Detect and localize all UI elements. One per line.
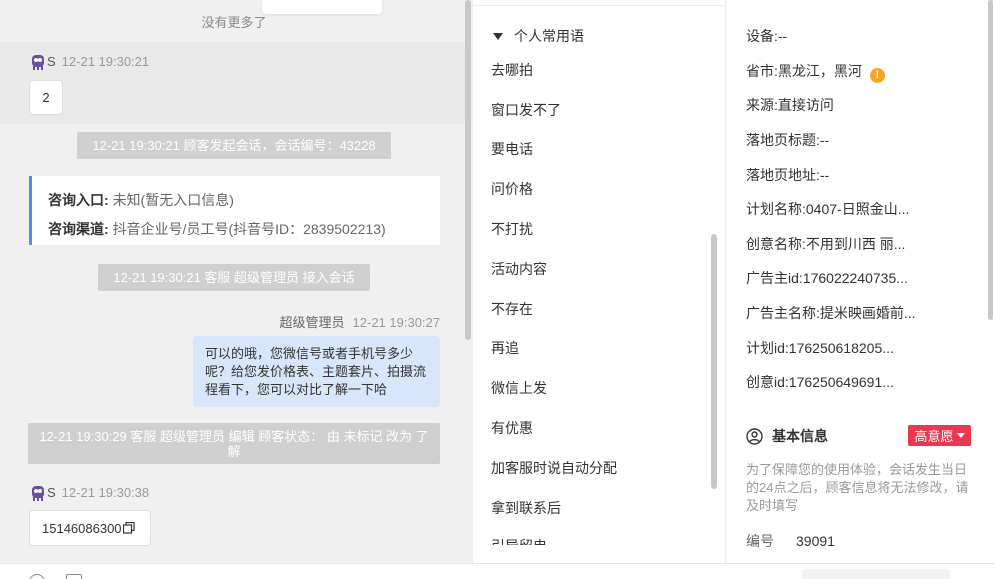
info-label: 广告主id: [746, 270, 803, 286]
no-more-label: 没有更多了 [201, 15, 267, 30]
app-root: 没有更多了 S 12-21 19:30:21 2 12-21 19:30:21 顾… [0, 0, 994, 579]
phrase-item[interactable]: 有优惠 [491, 418, 533, 438]
phrase-item[interactable]: 拿到联系后 [491, 498, 561, 518]
consult-entry-row: 咨询入口: 未知(暂无入口信息) [48, 186, 424, 215]
phrase-item[interactable]: 再追 [491, 338, 519, 358]
copy-icon[interactable] [122, 522, 135, 534]
phrase-item[interactable]: 要电话 [491, 139, 533, 159]
chat-panel[interactable]: 没有更多了 S 12-21 19:30:21 2 12-21 19:30:21 顾… [0, 0, 472, 579]
info-value: -- [777, 28, 788, 44]
intent-level-label: 高意愿 [914, 429, 954, 444]
message-time: 12-21 19:30:27 [352, 315, 440, 330]
consult-entry-label: 咨询入口: [48, 192, 109, 208]
bottom-chip[interactable] [802, 569, 950, 579]
basic-info-title: 基本信息 [772, 428, 828, 444]
customer-number-value: 39091 [796, 533, 835, 549]
warning-icon[interactable]: ! [869, 68, 885, 83]
phrase-item[interactable]: 去哪拍 [491, 60, 533, 80]
message-meta: S 12-21 19:30:38 [47, 485, 149, 500]
phrase-item[interactable]: 加客服时说自动分配 [491, 458, 617, 478]
info-value: -- [819, 167, 830, 183]
phrase-item[interactable]: 问价格 [491, 179, 533, 199]
caret-down-icon [493, 32, 503, 40]
phone-number-text: 15146086300 [42, 520, 122, 536]
consult-info-card: 咨询入口: 未知(暂无入口信息) 咨询渠道: 抖音企业号/员工号(抖音号ID：2… [29, 176, 440, 245]
info-row-advertiser-name: 广告主名称:提米映画婚前... [746, 303, 916, 323]
customer-message-bubble[interactable]: 2 [29, 80, 63, 115]
info-row-plan-name: 计划名称:0407-日照金山... [746, 199, 909, 219]
info-label: 省市: [746, 63, 778, 79]
info-value: 176022240735... [802, 270, 908, 286]
message-time: 12-21 19:30:38 [61, 485, 150, 500]
customer-name: S [47, 485, 56, 500]
info-label: 设备: [746, 28, 778, 44]
info-row-creative-id: 创意id:176250649691... [746, 372, 894, 392]
info-value: -- [819, 132, 830, 148]
basic-info-header: 基本信息 [746, 426, 828, 446]
agent-name: 超级管理员 [279, 315, 345, 330]
phrase-item[interactable]: 不存在 [491, 299, 533, 319]
customer-avatar-icon [32, 55, 44, 70]
info-value: 提米映画婚前... [819, 305, 916, 321]
caret-down-icon [956, 433, 965, 438]
info-row-region: 省市:黑龙江，黑河! [746, 61, 885, 83]
phrase-item[interactable]: 窗口发不了 [491, 100, 561, 120]
info-row-source: 来源:直接访问 [746, 95, 834, 115]
customer-name: S [47, 54, 56, 69]
system-message: 12-21 19:30:29 客服 超级管理员 编辑 顾客状态： 由 未标记 改… [28, 423, 440, 464]
info-value: 176250649691... [788, 374, 894, 390]
customer-number-row: 编号 39091 [746, 531, 835, 551]
info-row-creative-name: 创意名称:不用到川西 丽... [746, 234, 905, 254]
info-row-landing-title: 落地页标题:-- [746, 130, 829, 150]
consult-entry-value: 未知(暂无入口信息) [112, 192, 234, 208]
consult-channel-label: 咨询渠道: [48, 221, 109, 237]
info-row-device: 设备:-- [746, 26, 787, 46]
info-label: 广告主名称: [746, 305, 820, 321]
system-message: 12-21 19:30:21 客服 超级管理员 接入会话 [98, 264, 370, 291]
phrase-item[interactable]: 引导留电 [491, 536, 547, 545]
phrases-scrollbar[interactable] [711, 234, 717, 489]
info-row-landing-url: 落地页地址:-- [746, 165, 829, 185]
agent-message-bubble[interactable]: 可以的哦，您微信号或者手机号多少呢？给您发价格表、主题套片、拍摄流程看下，您可以… [193, 336, 440, 407]
phrase-group-label: 个人常用语 [514, 28, 584, 44]
info-value: 176250618205... [788, 340, 894, 356]
phone-number-bubble[interactable]: 15146086300 [29, 510, 151, 546]
common-phrases-panel: 个人常用语 去哪拍 窗口发不了 要电话 问价格 不打扰 活动内容 不存在 再追 … [472, 0, 725, 563]
system-message: 12-21 19:30:21 顾客发起会话，会话编号：43228 [77, 132, 391, 159]
info-scrollbar[interactable] [988, 0, 993, 320]
customer-info-panel: 设备:-- 省市:黑龙江，黑河! 来源:直接访问 落地页标题:-- 落地页地址:… [725, 0, 994, 563]
info-label: 创意id: [746, 374, 789, 390]
info-label: 创意名称: [746, 236, 806, 252]
info-row-advertiser-id: 广告主id:176022240735... [746, 268, 908, 288]
info-value: 0407-日照金山... [805, 201, 910, 217]
customer-avatar-icon [32, 486, 44, 501]
customer-number-label: 编号 [746, 533, 774, 549]
info-row-plan-id: 计划id:176250618205... [746, 338, 894, 358]
agent-message-meta: 超级管理员 12-21 19:30:27 [280, 312, 440, 331]
message-time: 12-21 19:30:21 [61, 54, 150, 69]
phrase-group-header[interactable]: 个人常用语 [493, 26, 584, 46]
info-value: 直接访问 [777, 97, 834, 113]
chat-scrollbar[interactable] [465, 0, 471, 340]
consult-channel-row: 咨询渠道: 抖音企业号/员工号(抖音号ID：2839502213) [48, 215, 424, 244]
info-value: 黑龙江，黑河 [777, 63, 862, 79]
phrase-item[interactable]: 活动内容 [491, 259, 547, 279]
intent-level-dropdown[interactable]: 高意愿 [908, 425, 971, 446]
user-circle-icon [746, 427, 763, 445]
info-label: 落地页地址: [746, 167, 820, 183]
message-meta: S 12-21 19:30:21 [47, 54, 149, 69]
phrase-item[interactable]: 微信上发 [491, 378, 547, 398]
info-value: 不用到川西 丽... [805, 236, 906, 252]
edit-hint-text: 为了保障您的使用体验，会话发生当日的24点之后，顾客信息将无法修改，请及时填写 [746, 462, 969, 513]
consult-channel-value: 抖音企业号/员工号(抖音号ID：2839502213) [112, 221, 386, 237]
divider [473, 5, 725, 6]
info-label: 来源: [746, 97, 778, 113]
phrase-item[interactable]: 不打扰 [491, 219, 533, 239]
info-label: 计划id: [746, 340, 789, 356]
info-label: 计划名称: [746, 201, 806, 217]
info-label: 落地页标题: [746, 132, 820, 148]
image-icon[interactable] [66, 574, 82, 579]
